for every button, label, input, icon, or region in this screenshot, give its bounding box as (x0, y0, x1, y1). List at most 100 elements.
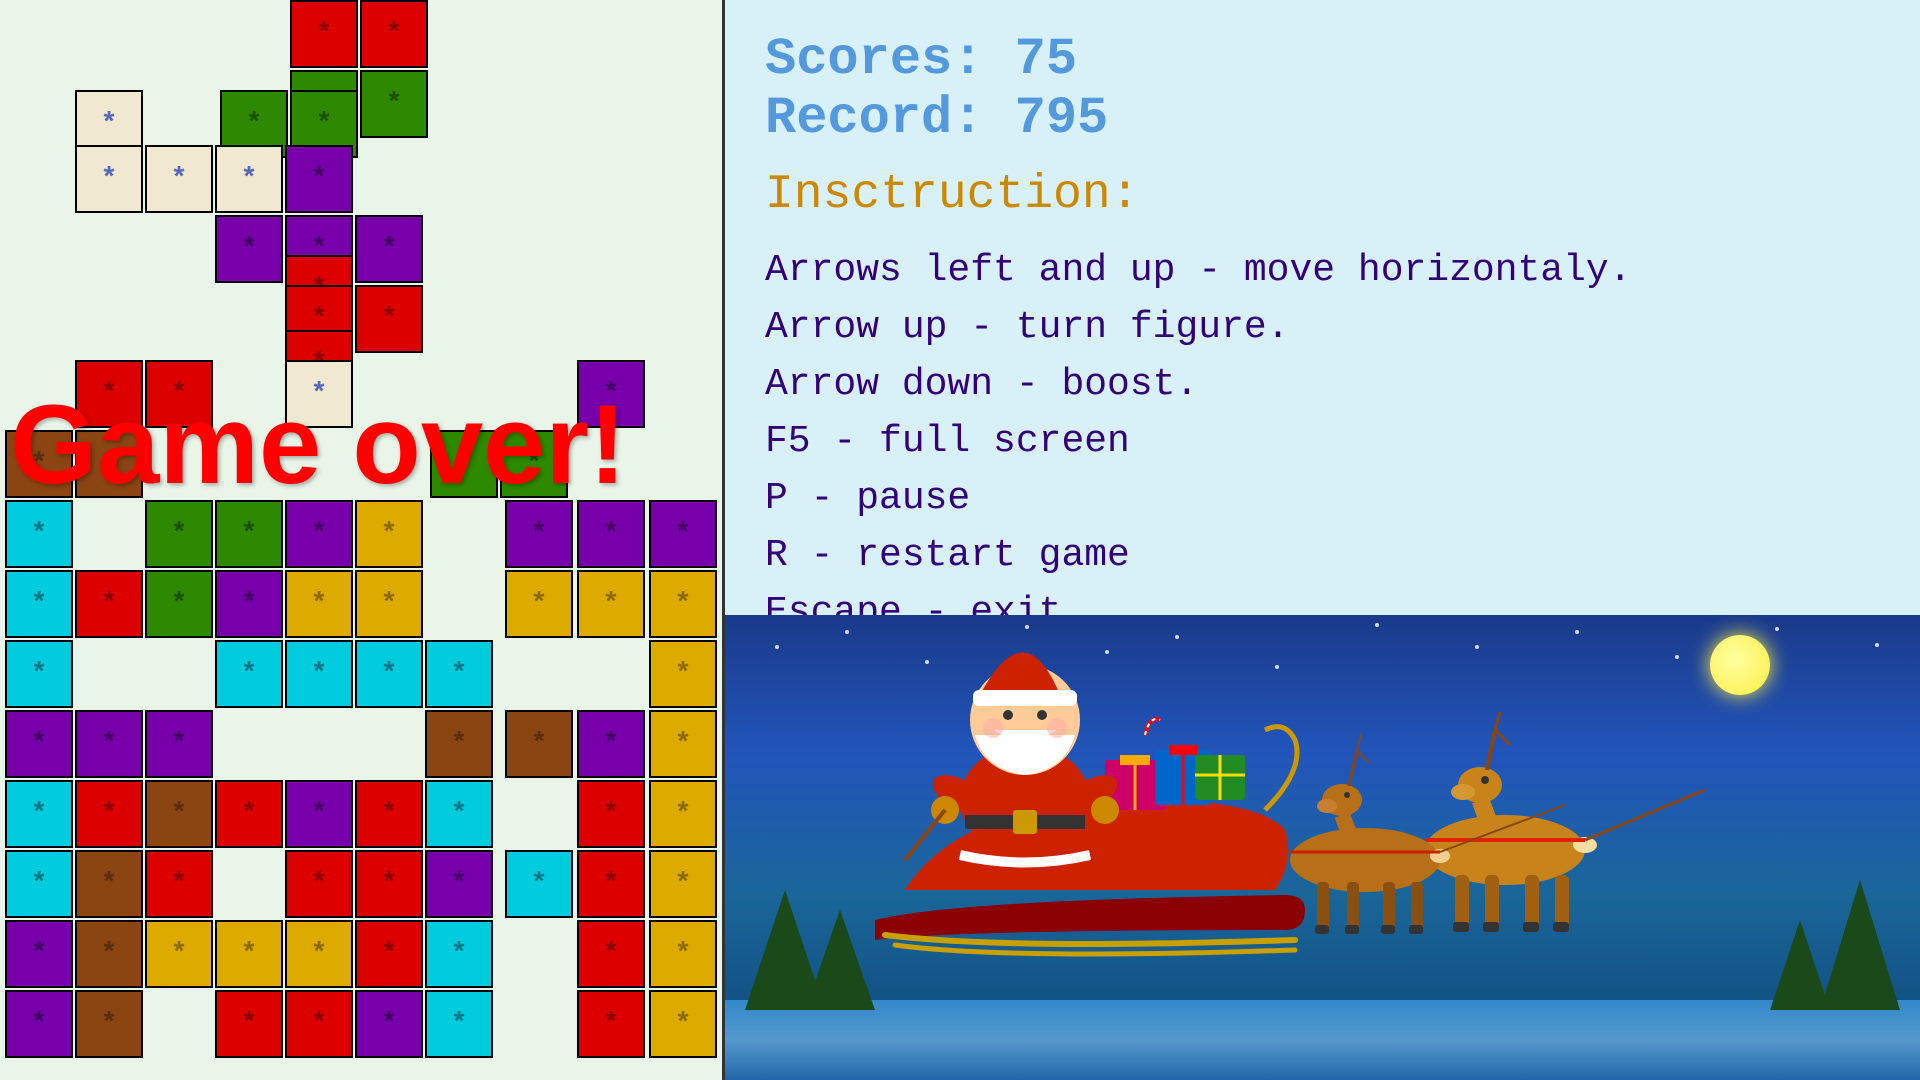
cell: * (649, 710, 717, 778)
game-over-text: Game over! (10, 380, 626, 509)
cell: * (75, 780, 143, 848)
cell: * (425, 850, 493, 918)
cell: * (145, 920, 213, 988)
cell: * (5, 990, 73, 1058)
cell: * (505, 500, 573, 568)
cell: * (75, 990, 143, 1058)
cell: * (649, 850, 717, 918)
moon (1710, 635, 1770, 695)
cell: * (425, 990, 493, 1058)
cell: * (215, 570, 283, 638)
star (845, 630, 849, 634)
cell: * (5, 500, 73, 568)
scores-section: Scores: 75 Record: 795 (765, 30, 1880, 148)
cell: * (145, 710, 213, 778)
cell: * (425, 920, 493, 988)
instruction-line-5: P - pause (765, 470, 1880, 527)
instruction-line-1: Arrows left and up - move horizontaly. (765, 242, 1880, 299)
instruction-line-4: F5 - full screen (765, 413, 1880, 470)
star (1375, 623, 1379, 627)
cell: * (649, 780, 717, 848)
instruction-title: Insctruction: (765, 168, 1880, 222)
cell: * (290, 0, 358, 68)
tetris-board: * * * * * * * * * * * * * * * * * * * * … (0, 0, 725, 1080)
cell: * (355, 780, 423, 848)
game-board-panel: * * * * * * * * * * * * * * * * * * * * … (0, 0, 725, 1080)
cell: * (215, 920, 283, 988)
cell: * (285, 500, 353, 568)
cell: * (649, 920, 717, 988)
cell: * (355, 285, 423, 353)
cell: * (505, 850, 573, 918)
cell: * (145, 570, 213, 638)
cell: * (355, 990, 423, 1058)
cell: * (75, 850, 143, 918)
cell: * (5, 850, 73, 918)
cell: * (355, 570, 423, 638)
santa-scene-svg (805, 650, 1855, 1030)
cell: * (425, 640, 493, 708)
cell: * (355, 920, 423, 988)
star (1775, 627, 1779, 631)
cell: * (649, 990, 717, 1058)
cell: * (355, 215, 423, 283)
cell: * (355, 850, 423, 918)
cell: * (360, 0, 428, 68)
instruction-line-2: Arrow up - turn figure. (765, 299, 1880, 356)
star (775, 645, 779, 649)
cell: * (285, 640, 353, 708)
cell: * (5, 780, 73, 848)
cell: * (285, 145, 353, 213)
star (1475, 645, 1479, 649)
right-panel: Scores: 75 Record: 795 Insctruction: Arr… (725, 0, 1920, 1080)
star (1575, 630, 1579, 634)
instruction-line-3: Arrow down - boost. (765, 356, 1880, 413)
cell: * (215, 990, 283, 1058)
cell: * (285, 780, 353, 848)
cell: * (505, 570, 573, 638)
star (1875, 643, 1879, 647)
cell: * (355, 640, 423, 708)
cell: * (215, 145, 283, 213)
cell: * (425, 780, 493, 848)
cell: * (285, 850, 353, 918)
instructions-list: Arrows left and up - move horizontaly. A… (765, 242, 1880, 641)
cell: * (145, 850, 213, 918)
cell: * (75, 145, 143, 213)
cell: * (145, 780, 213, 848)
cell: * (215, 215, 283, 283)
cell: * (285, 990, 353, 1058)
cell: * (75, 710, 143, 778)
scores-display: Scores: 75 (765, 30, 1880, 89)
cell: * (5, 920, 73, 988)
cell: * (285, 570, 353, 638)
cell: * (649, 570, 717, 638)
cell: * (577, 780, 645, 848)
cell: * (355, 500, 423, 568)
cell: * (75, 920, 143, 988)
cell: * (577, 570, 645, 638)
cell: * (215, 780, 283, 848)
cell: * (577, 990, 645, 1058)
cell: * (360, 70, 428, 138)
cell: * (5, 570, 73, 638)
record-display: Record: 795 (765, 89, 1880, 148)
cell: * (5, 710, 73, 778)
info-panel: Scores: 75 Record: 795 Insctruction: Arr… (725, 0, 1920, 615)
cell: * (425, 710, 493, 778)
cell: * (505, 710, 573, 778)
star (1175, 635, 1179, 639)
instruction-line-6: R - restart game (765, 527, 1880, 584)
cell: * (75, 570, 143, 638)
cell: * (215, 640, 283, 708)
cell: * (577, 920, 645, 988)
cell: * (145, 500, 213, 568)
cell: * (577, 710, 645, 778)
santa-image-panel (725, 615, 1920, 1080)
cell: * (5, 640, 73, 708)
star (1025, 625, 1029, 629)
cell: * (577, 500, 645, 568)
cell: * (145, 145, 213, 213)
cell: * (215, 500, 283, 568)
cell: * (285, 920, 353, 988)
